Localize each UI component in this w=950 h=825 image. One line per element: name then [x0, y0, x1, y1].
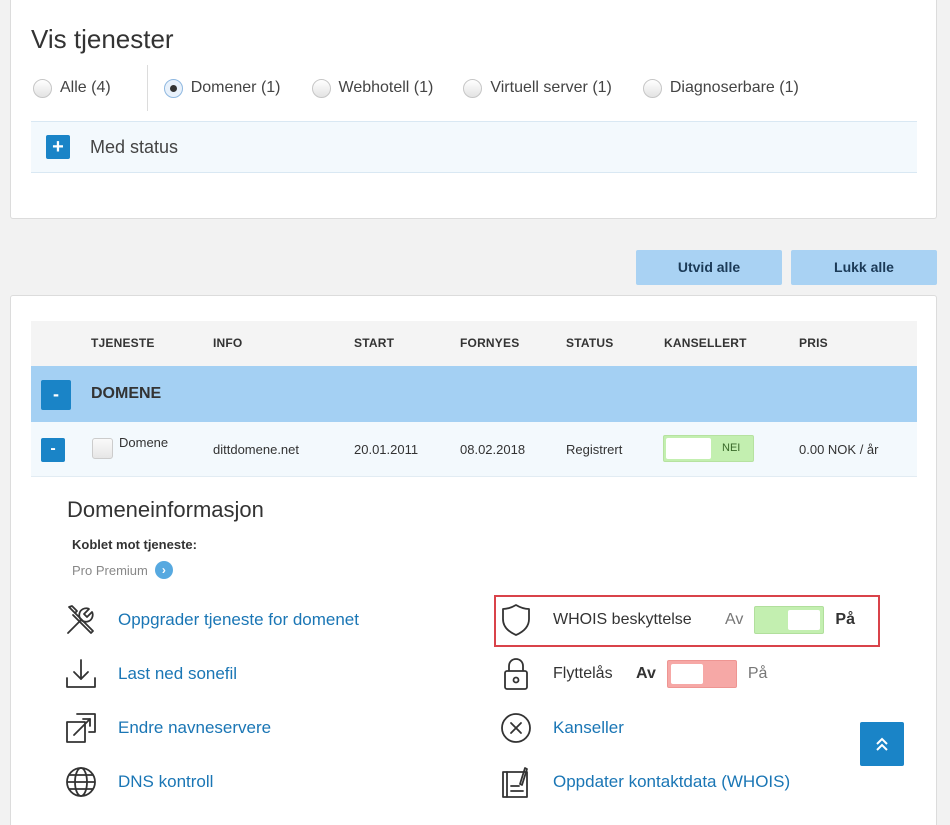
- whois-on-label: På: [835, 611, 855, 628]
- cell-service: Domene: [119, 435, 169, 450]
- cell-info: dittdomene.net: [213, 442, 300, 457]
- chevron-right-icon[interactable]: ›: [154, 561, 173, 579]
- lock-icon: [498, 656, 534, 692]
- dns-control-action[interactable]: DNS kontroll: [63, 764, 213, 800]
- radio-webhosting[interactable]: Webhotell (1): [311, 78, 434, 98]
- domain-info-title: Domeneinformasjon: [67, 497, 264, 522]
- radio-label: Webhotell (1): [338, 79, 434, 96]
- expand-all-button[interactable]: Utvid alle: [636, 250, 782, 285]
- toggle-knob: [666, 438, 711, 459]
- collapse-group-button[interactable]: -: [41, 380, 71, 410]
- radio-label: Domener (1): [190, 79, 281, 96]
- header-start: START: [354, 336, 395, 350]
- cancel-link[interactable]: Kanseller: [553, 718, 624, 738]
- cell-renews: 08.02.2018: [460, 442, 526, 457]
- globe-icon: [63, 764, 99, 800]
- header-info: INFO: [213, 336, 243, 350]
- radio-dot[interactable]: [642, 78, 662, 98]
- header-status: STATUS: [566, 336, 614, 350]
- radio-dot[interactable]: [463, 78, 483, 98]
- radio-dot[interactable]: [311, 78, 331, 98]
- whois-toggle[interactable]: [754, 606, 825, 634]
- table-header: TJENESTE INFO START FORNYES STATUS KANSE…: [31, 321, 917, 366]
- filter-panel: Vis tjenester Alle (4) Domener (1) Webho…: [10, 0, 937, 219]
- collapse-row-button[interactable]: -: [41, 438, 65, 462]
- upgrade-link[interactable]: Oppgrader tjeneste for domenet: [118, 610, 359, 630]
- update-contact-action[interactable]: Oppdater kontaktdata (WHOIS): [498, 764, 790, 800]
- cell-price: 0.00 NOK / år: [799, 442, 879, 457]
- collapse-all-button[interactable]: Lukk alle: [791, 250, 937, 285]
- header-cancelled: KANSELLERT: [664, 336, 747, 350]
- transfer-lock-switch-group: Av På: [636, 660, 767, 688]
- header-renews: FORNYES: [460, 336, 520, 350]
- expand-status-button[interactable]: +: [46, 135, 70, 159]
- transfer-lock-row: Flyttelås Av På: [498, 656, 767, 692]
- cancelled-value: NEI: [722, 442, 741, 454]
- toggle-knob: [788, 610, 821, 630]
- external-transfer-icon: [63, 710, 99, 746]
- radio-dot[interactable]: [33, 78, 52, 98]
- download-icon: [63, 656, 99, 692]
- radio-label: Virtuell server (1): [490, 79, 612, 96]
- header-service: TJENESTE: [91, 336, 155, 350]
- page-title: Vis tjenester: [31, 24, 174, 54]
- linked-service[interactable]: Pro Premium ›: [72, 561, 173, 579]
- shield-icon: [498, 602, 534, 638]
- service-filter-radios: Alle (4) Domener (1) Webhotell (1) Virtu…: [33, 65, 799, 111]
- group-row-domain: - DOMENE: [31, 366, 917, 422]
- transfer-lock-label: Flyttelås: [553, 665, 613, 682]
- linked-service-label: Koblet mot tjeneste:: [72, 537, 197, 552]
- whois-label: WHOIS beskyttelse: [553, 611, 692, 628]
- radio-all[interactable]: Alle (4): [33, 78, 111, 98]
- radio-virtual-server[interactable]: Virtuell server (1): [463, 78, 612, 98]
- radio-label: Diagnoserbare (1): [669, 79, 799, 96]
- toggle-knob: [670, 664, 703, 684]
- cell-start: 20.01.2011: [354, 442, 419, 457]
- linked-service-name: Pro Premium: [72, 562, 148, 578]
- whois-off-label: Av: [725, 611, 744, 628]
- whois-switch-group: Av På: [725, 606, 855, 634]
- radio-diagnosable[interactable]: Diagnoserbare (1): [642, 78, 799, 98]
- cancelled-toggle[interactable]: NEI: [663, 435, 754, 462]
- radio-dot-selected[interactable]: [163, 78, 183, 98]
- scroll-to-top-button[interactable]: [860, 722, 904, 766]
- transfer-lock-toggle[interactable]: [666, 660, 737, 688]
- cancel-action[interactable]: Kanseller: [498, 710, 624, 746]
- download-zone-link[interactable]: Last ned sonefil: [118, 664, 237, 684]
- download-zone-action[interactable]: Last ned sonefil: [63, 656, 237, 692]
- transfer-lock-on-label: På: [747, 665, 768, 682]
- update-contact-link[interactable]: Oppdater kontaktdata (WHOIS): [553, 772, 790, 792]
- group-title: DOMENE: [91, 385, 162, 402]
- wrench-screwdriver-icon: [63, 602, 99, 638]
- services-panel: TJENESTE INFO START FORNYES STATUS KANSE…: [10, 295, 937, 825]
- radio-separator: [146, 65, 148, 111]
- double-chevron-up-icon: [876, 737, 888, 751]
- row-checkbox[interactable]: [92, 438, 113, 459]
- close-circle-icon: [498, 710, 534, 746]
- transfer-lock-off-label: Av: [636, 665, 656, 682]
- document-edit-icon: [498, 764, 534, 800]
- change-nameservers-action[interactable]: Endre navneservere: [63, 710, 271, 746]
- whois-protection-row: WHOIS beskyttelse Av På: [498, 602, 855, 638]
- upgrade-action[interactable]: Oppgrader tjeneste for domenet: [63, 602, 359, 638]
- status-filter-label: Med status: [90, 136, 179, 157]
- header-price: PRIS: [799, 336, 828, 350]
- radio-domains[interactable]: Domener (1): [163, 78, 281, 98]
- change-nameservers-link[interactable]: Endre navneservere: [118, 718, 271, 738]
- table-row: - Domene dittdomene.net 20.01.2011 08.02…: [31, 422, 917, 477]
- radio-label: Alle (4): [60, 79, 111, 96]
- cell-status: Registrert: [566, 442, 623, 457]
- dns-control-link[interactable]: DNS kontroll: [118, 772, 213, 792]
- status-filter-bar[interactable]: + Med status: [31, 121, 917, 173]
